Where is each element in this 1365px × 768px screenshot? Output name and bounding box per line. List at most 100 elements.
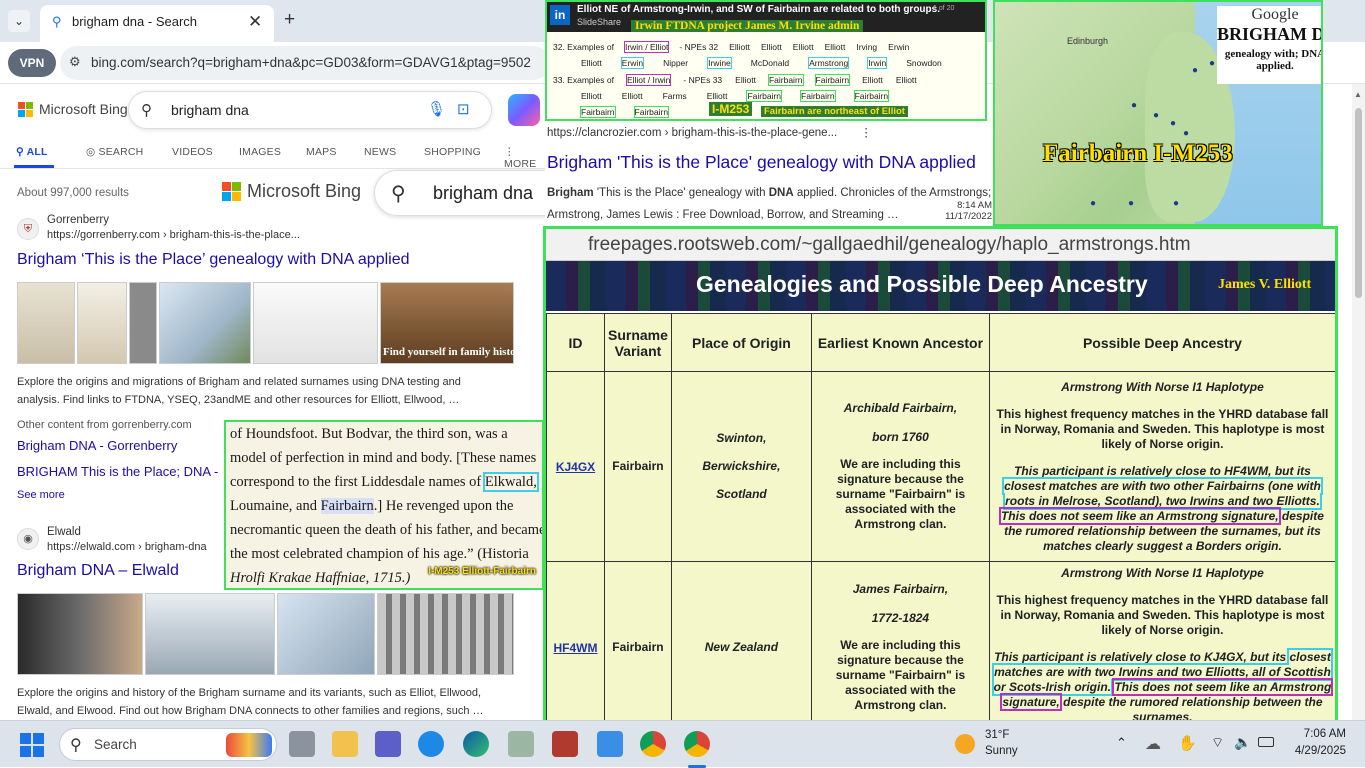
result-title[interactable]: Brigham DNA – Elwald [17, 562, 179, 580]
result-url[interactable]: https://gorrenberry.com › brigham-this-i… [47, 229, 300, 241]
id-link[interactable]: HF4WM [554, 641, 598, 655]
tab-videos[interactable]: VIDEOS [172, 146, 213, 158]
scroll-up-icon[interactable]: ▲ [1354, 90, 1362, 99]
col-header: Place of Origin [670, 313, 812, 372]
tab-search[interactable]: ⚲ brigham dna - Search ✕ [40, 5, 274, 42]
more-icon: ⋮ [504, 146, 515, 158]
slide-cell: Irwin / Elliot [623, 41, 670, 53]
result3-url[interactable]: https://clancrozier.com › brigham-this-i… [547, 125, 991, 139]
quote-text: correspond to the first Liddesdale names… [230, 474, 485, 490]
slide-cell: Snowdon [906, 58, 942, 68]
slide-row: Elliott Erwin Nipper Irwine McDonald Arm… [581, 57, 981, 69]
taskbar: ⚲ Search 31°F Sunny ⌃ ☁ ✋ ⌔ 🔈 7:06 AM 4/… [0, 720, 1365, 768]
result3-title[interactable]: Brigham 'This is the Place' genealogy wi… [547, 152, 976, 173]
tab-more[interactable]: ⋮ MORE [504, 146, 545, 170]
bing-logo-text: Microsoft Bing [39, 101, 128, 117]
result-thumb[interactable] [17, 282, 75, 364]
table-panel: freepages.rootsweb.com/~gallgaedhil/gene… [543, 226, 1338, 729]
tab-maps[interactable]: MAPS [306, 146, 337, 158]
search-icon: ⚲ [391, 183, 406, 205]
slide-row: Fairbairn Fairbairn [580, 106, 701, 118]
quote-text: Loumaine, and [230, 498, 321, 514]
cloud-icon[interactable]: ☁ [1145, 734, 1161, 754]
url-text: bing.com/search?q=brigham+dna&pc=GD03&fo… [91, 55, 531, 70]
wifi-icon[interactable]: ⌔ [1211, 734, 1224, 752]
scroll-thumb[interactable] [1355, 108, 1362, 298]
col-header: Possible Deep Ancestry [988, 313, 1335, 372]
result-thumb[interactable]: Find yourself in family history [380, 282, 526, 364]
app-icon[interactable] [508, 731, 534, 757]
chrome-icon[interactable] [684, 731, 710, 757]
app-icon[interactable] [418, 731, 444, 757]
tab-search[interactable]: ◎ SEARCH [86, 146, 143, 158]
deep-text: This participant is relatively close to … [994, 650, 1290, 664]
slide-tag: I-M253 [709, 102, 753, 116]
snippet-bold: DNA [768, 187, 794, 199]
copilot-icon[interactable] [508, 94, 540, 126]
volume-icon[interactable]: 🔈 [1234, 734, 1251, 751]
app-icon[interactable] [552, 731, 578, 757]
result-thumb[interactable] [277, 593, 375, 675]
quote-line: correspond to the first Liddesdale names… [230, 470, 539, 494]
task-view-icon[interactable] [289, 731, 315, 757]
result-thumb[interactable] [77, 282, 127, 364]
sublink[interactable]: Brigham DNA - Gorrenberry [17, 438, 177, 453]
slide-header-text: Elliot NE of Armstrong-Irwin, and SW of … [577, 4, 940, 15]
bing-logo[interactable]: Microsoft Bing [18, 101, 128, 117]
close-icon[interactable]: ✕ [248, 12, 262, 32]
tab-shopping[interactable]: SHOPPING [424, 146, 481, 158]
ancestor-note: We are including this signature because … [835, 457, 966, 531]
scrollbar[interactable]: ▲ [1352, 84, 1365, 720]
visual-search-icon[interactable]: ⊡ [457, 100, 470, 118]
chevron-up-icon[interactable]: ⌃ [1116, 735, 1127, 751]
sublink[interactable]: BRIGHAM This is the Place; DNA - [17, 464, 218, 479]
result-thumb[interactable] [129, 282, 157, 364]
thumb-caption: Find yourself in family history [383, 346, 527, 358]
vpn-badge[interactable]: VPN [8, 49, 56, 77]
weather-icon[interactable] [955, 734, 975, 754]
result-thumb[interactable] [159, 282, 251, 364]
search-input[interactable]: brigham dna [171, 102, 249, 118]
slide-cell: Armstrong [808, 57, 850, 69]
tab-list-chevron-icon[interactable]: ⌄ [8, 10, 30, 32]
notepad-icon[interactable] [597, 731, 623, 757]
pager: 1 of 20 [933, 5, 955, 12]
url-field[interactable]: ⚙ bing.com/search?q=brigham+dna&pc=GD03&… [60, 46, 550, 80]
search-box[interactable]: ⚲ brigham dna 🎙 ⊡ [128, 91, 492, 129]
result-thumb[interactable] [377, 593, 514, 675]
result-thumb[interactable] [253, 282, 378, 364]
more-options-icon[interactable]: ⋮ [860, 127, 872, 139]
result-thumb[interactable] [17, 593, 143, 675]
battery-icon[interactable] [1258, 737, 1274, 747]
tray-app-icon[interactable]: ✋ [1178, 734, 1197, 752]
tab-news[interactable]: NEWS [364, 146, 396, 158]
cell-ancestor: James Fairbairn, 1772-1824 We are includ… [810, 561, 990, 726]
result-title[interactable]: Brigham ‘This is the Place’ genealogy wi… [17, 251, 410, 269]
id-link[interactable]: KJ4GX [556, 460, 595, 474]
slide-cell: Irwin [867, 57, 888, 69]
result-thumb[interactable] [145, 593, 275, 675]
teams-icon[interactable] [375, 731, 401, 757]
slide-cell: Elliott [862, 75, 883, 85]
origin-line: Berwickshire, [702, 459, 781, 473]
microphone-icon[interactable]: 🎙 [427, 100, 446, 118]
see-more-link[interactable]: See more [17, 489, 65, 501]
clock-date[interactable]: 4/29/2025 [1280, 745, 1346, 757]
edge-icon[interactable] [463, 731, 489, 757]
clock-time: 8:14 AM [957, 200, 992, 211]
tab-all[interactable]: ⚲ ALL [16, 146, 48, 158]
new-tab-icon[interactable]: + [284, 9, 295, 31]
slide-cell: Elliott [895, 75, 917, 85]
windows-start-icon[interactable] [20, 733, 44, 757]
brand-main: BRIGHAM DNA [1217, 24, 1321, 44]
origin-line: Swinton, [716, 431, 767, 445]
result-url[interactable]: https://elwald.com › brigham-dna [47, 541, 207, 553]
taskbar-search[interactable]: ⚲ Search [59, 728, 277, 761]
clock-time[interactable]: 7:06 AM [1290, 728, 1346, 740]
file-explorer-icon[interactable] [332, 731, 358, 757]
chrome-icon[interactable] [640, 731, 666, 757]
cell-id: KJ4GX [546, 371, 605, 562]
deep-highlight: This does not seem like an Armstrong sig… [998, 506, 1281, 525]
site-info-icon[interactable]: ⚙ [69, 54, 81, 70]
tab-images[interactable]: IMAGES [239, 146, 281, 158]
